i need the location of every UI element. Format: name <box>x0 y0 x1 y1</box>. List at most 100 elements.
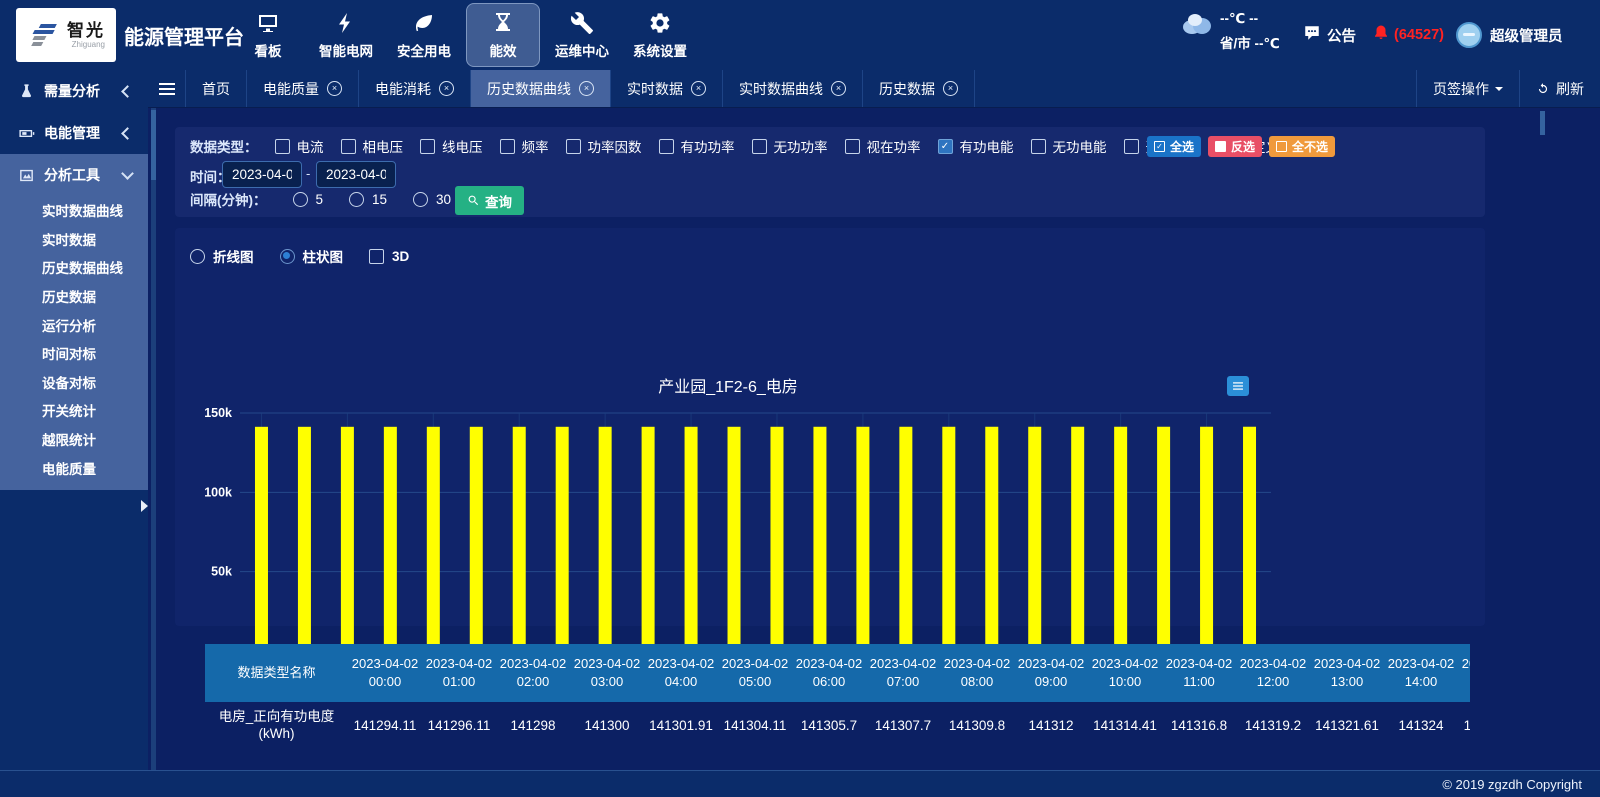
interval-option-30[interactable]: 30 <box>413 192 451 207</box>
radio-icon <box>413 192 428 207</box>
checkbox-label: 线电压 <box>442 136 483 156</box>
data-type-option[interactable]: ✓有功电能 <box>938 136 1014 156</box>
right-scrollbar-thumb[interactable] <box>1540 111 1545 135</box>
chart-option-bar-chart[interactable]: 柱状图 <box>280 246 344 266</box>
sidebar-subitem[interactable]: 越限统计 <box>0 425 148 454</box>
tab-close-icon[interactable]: × <box>943 81 958 96</box>
tab-item[interactable]: 实时数据曲线× <box>723 70 863 107</box>
nav-item-label: 能效 <box>490 40 517 60</box>
sidebar-group-demand-analysis: 需量分析 <box>0 70 148 112</box>
sidebar-item-demand-analysis[interactable]: 需量分析 <box>0 70 148 112</box>
data-type-option[interactable]: 频率 <box>500 136 549 156</box>
data-type-option[interactable]: 无功功率 <box>752 136 828 156</box>
table-column-header: 2023-04-0215:00 <box>1458 644 1470 702</box>
tab-close-icon[interactable]: × <box>691 81 706 96</box>
nav-item-smart-grid[interactable]: 智能电网 <box>310 4 382 66</box>
data-type-option[interactable]: 电流 <box>275 136 324 156</box>
table-column-header: 2023-04-0213:00 <box>1310 644 1384 702</box>
sidebar-subitem[interactable]: 开关统计 <box>0 396 148 425</box>
sidebar-subitem[interactable]: 实时数据 <box>0 225 148 254</box>
chart-option-3d[interactable]: 3D <box>369 249 409 264</box>
table-name-header: 数据类型名称 <box>205 644 348 702</box>
table-column-header: 2023-04-0212:00 <box>1236 644 1310 702</box>
chart-option-line-chart[interactable]: 折线图 <box>190 246 254 266</box>
nav-item-dashboard[interactable]: 看板 <box>232 4 304 66</box>
nav-item-label: 安全用电 <box>397 40 451 60</box>
sidebar-subitem[interactable]: 历史数据 <box>0 282 148 311</box>
tab-close-icon[interactable]: × <box>579 81 594 96</box>
data-type-option[interactable]: 视在功率 <box>845 136 921 156</box>
sidebar-subitem[interactable]: 实时数据曲线 <box>0 196 148 225</box>
chart-option-label: 折线图 <box>213 246 254 266</box>
menu-toggle-button[interactable] <box>148 70 186 107</box>
analysis-tools-icon <box>18 167 38 184</box>
chevron-left-icon <box>121 127 134 140</box>
tab-item[interactable]: 历史数据曲线× <box>471 70 611 107</box>
copyright: © 2019 zgzdh Copyright <box>1442 777 1582 792</box>
tab-item[interactable]: 首页 <box>186 70 247 107</box>
speech-bubble-icon <box>1303 24 1321 46</box>
table-column-header: 2023-04-0214:00 <box>1384 644 1458 702</box>
data-type-option[interactable]: 功率因数 <box>566 136 642 156</box>
sidebar-subitem[interactable]: 运行分析 <box>0 310 148 339</box>
chart-menu-icon[interactable] <box>1227 376 1249 396</box>
tab-operations-button[interactable]: 页签操作 <box>1416 70 1519 107</box>
time-from-input[interactable] <box>222 161 302 188</box>
table-column-header: 2023-04-0203:00 <box>570 644 644 702</box>
checkbox-icon <box>1124 139 1139 154</box>
tab-item[interactable]: 电能质量× <box>247 70 359 107</box>
refresh-icon <box>1536 82 1550 96</box>
ops-center-icon <box>570 11 594 35</box>
app-header: 智光 Zhiguang 能源管理平台 看板智能电网安全用电能效运维中心系统设置 … <box>0 0 1600 70</box>
bar <box>642 427 655 651</box>
sidebar-item-energy-management[interactable]: 电能管理 <box>0 112 148 154</box>
tab-item[interactable]: 电能消耗× <box>359 70 471 107</box>
nav-item-label: 系统设置 <box>633 40 687 60</box>
invert-selection-button[interactable]: 反选 <box>1208 136 1262 157</box>
sidebar-subitem[interactable]: 设备对标 <box>0 368 148 397</box>
nav-item-safe-power[interactable]: 安全用电 <box>388 4 460 66</box>
checkbox-label: 无功功率 <box>774 136 828 156</box>
sidebar-item-analysis-tools[interactable]: 分析工具 <box>0 154 148 196</box>
tab-close-icon[interactable]: × <box>439 81 454 96</box>
select-all-button[interactable]: 全选 <box>1147 136 1201 157</box>
interval-option-15[interactable]: 15 <box>349 192 387 207</box>
tab-close-icon[interactable]: × <box>831 81 846 96</box>
sidebar-subitem[interactable]: 电能质量 <box>0 453 148 482</box>
zhiguang-logo-icon <box>27 20 63 50</box>
tab-close-icon[interactable]: × <box>327 81 342 96</box>
sidebar-menu: 需量分析电能管理分析工具实时数据曲线实时数据历史数据曲线历史数据运行分析时间对标… <box>0 70 148 490</box>
chart-title: 产业园_1F2-6_电房 <box>185 373 1271 397</box>
sidebar-subitem[interactable]: 历史数据曲线 <box>0 253 148 282</box>
data-type-option[interactable]: 无功电能 <box>1031 136 1107 156</box>
nav-item-energy-efficiency[interactable]: 能效 <box>466 3 540 67</box>
radio-icon <box>293 192 308 207</box>
refresh-button[interactable]: 刷新 <box>1519 70 1600 107</box>
system-settings-icon <box>648 11 672 35</box>
checkbox-label: 视在功率 <box>867 136 921 156</box>
select-none-button[interactable]: 全不选 <box>1269 136 1335 157</box>
sidebar-collapse-handle[interactable] <box>141 500 148 512</box>
tabbar: 首页电能质量×电能消耗×历史数据曲线×实时数据×实时数据曲线×历史数据× 页签操… <box>148 70 1600 108</box>
interval-label: 间隔(分钟)： <box>190 189 267 209</box>
content-scrollbar-thumb[interactable] <box>151 110 156 180</box>
data-type-option[interactable]: 线电压 <box>420 136 483 156</box>
tab-item[interactable]: 实时数据× <box>611 70 723 107</box>
sidebar: 需量分析电能管理分析工具实时数据曲线实时数据历史数据曲线历史数据运行分析时间对标… <box>0 70 148 770</box>
table-cell: 141312 <box>1014 702 1088 748</box>
query-button[interactable]: 查询 <box>455 186 524 215</box>
checkbox-icon <box>275 139 290 154</box>
alarm-button[interactable]: (64527) <box>1372 0 1444 70</box>
data-type-option[interactable]: 相电压 <box>341 136 404 156</box>
nav-item-system-settings[interactable]: 系统设置 <box>624 4 696 66</box>
data-type-option[interactable]: 有功功率 <box>659 136 735 156</box>
nav-item-ops-center[interactable]: 运维中心 <box>546 4 618 66</box>
user-menu[interactable]: 超级管理员 <box>1456 0 1563 70</box>
interval-option-5[interactable]: 5 <box>293 192 324 207</box>
bar <box>470 427 483 651</box>
tab-item[interactable]: 历史数据× <box>863 70 975 107</box>
bar <box>1200 427 1213 651</box>
announcement-button[interactable]: 公告 <box>1303 0 1356 70</box>
time-to-input[interactable] <box>316 161 396 188</box>
sidebar-subitem[interactable]: 时间对标 <box>0 339 148 368</box>
